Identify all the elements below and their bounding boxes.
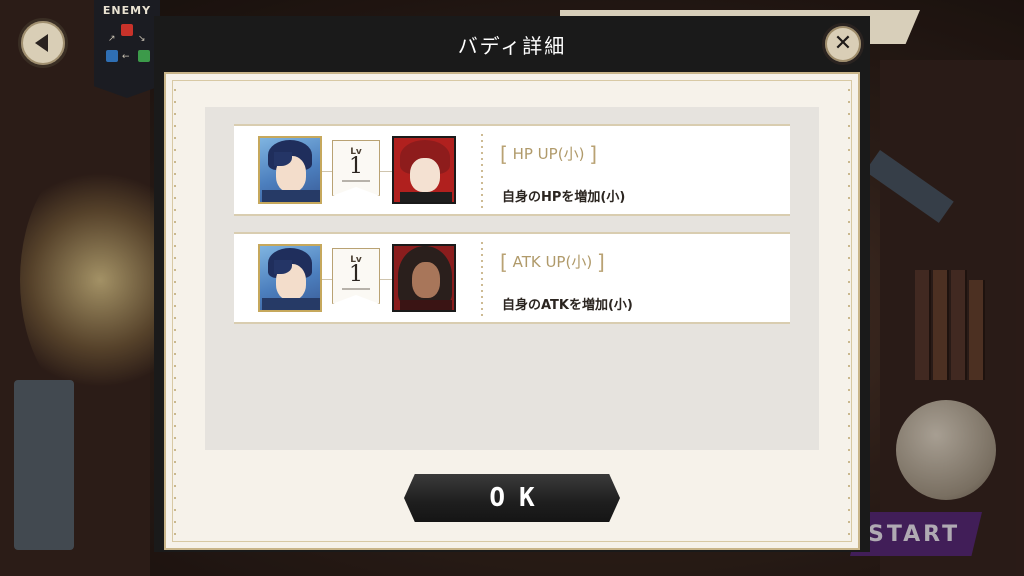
- dialog-header: バディ詳細: [154, 16, 870, 72]
- close-icon: ✕: [833, 31, 853, 56]
- skill-description: 自身のHPを増加(小): [502, 190, 626, 205]
- partner-portrait: [392, 244, 456, 312]
- level-value: 1: [349, 262, 363, 287]
- arrow-icon: ↘: [138, 34, 146, 44]
- back-button[interactable]: [18, 18, 68, 68]
- close-button[interactable]: ✕: [822, 23, 864, 65]
- self-portrait: [258, 244, 322, 312]
- enemy-label: ENEMY: [102, 4, 152, 17]
- fire-attribute-icon: [121, 24, 133, 36]
- buddy-row: Lv 1 [ ATK UP(小) ] 自身のATKを増加(小): [234, 232, 790, 324]
- skill-name: [ HP UP(小) ]: [500, 142, 598, 166]
- wood-attribute-icon: [138, 50, 150, 62]
- buddy-row: Lv 1 [ HP UP(小) ] 自身のHPを増加(小): [234, 124, 790, 216]
- level-badge: Lv 1: [332, 140, 380, 196]
- level-badge: Lv 1: [332, 248, 380, 304]
- arrow-icon: ←: [122, 52, 130, 62]
- water-attribute-icon: [106, 50, 118, 62]
- dialog-title: バディ詳細: [457, 33, 567, 58]
- skill-name: [ ATK UP(小) ]: [500, 250, 605, 274]
- partner-portrait: [392, 136, 456, 204]
- skill-description: 自身のATKを増加(小): [502, 298, 633, 313]
- enemy-panel: ENEMY ↗ ↘ ←: [94, 0, 160, 98]
- level-value: 1: [349, 154, 363, 179]
- arrow-icon: ↗: [108, 34, 116, 44]
- self-portrait: [258, 136, 322, 204]
- ok-button[interactable]: OK: [404, 474, 620, 522]
- chevron-left-icon: [35, 34, 48, 52]
- ok-button-label: OK: [489, 483, 549, 513]
